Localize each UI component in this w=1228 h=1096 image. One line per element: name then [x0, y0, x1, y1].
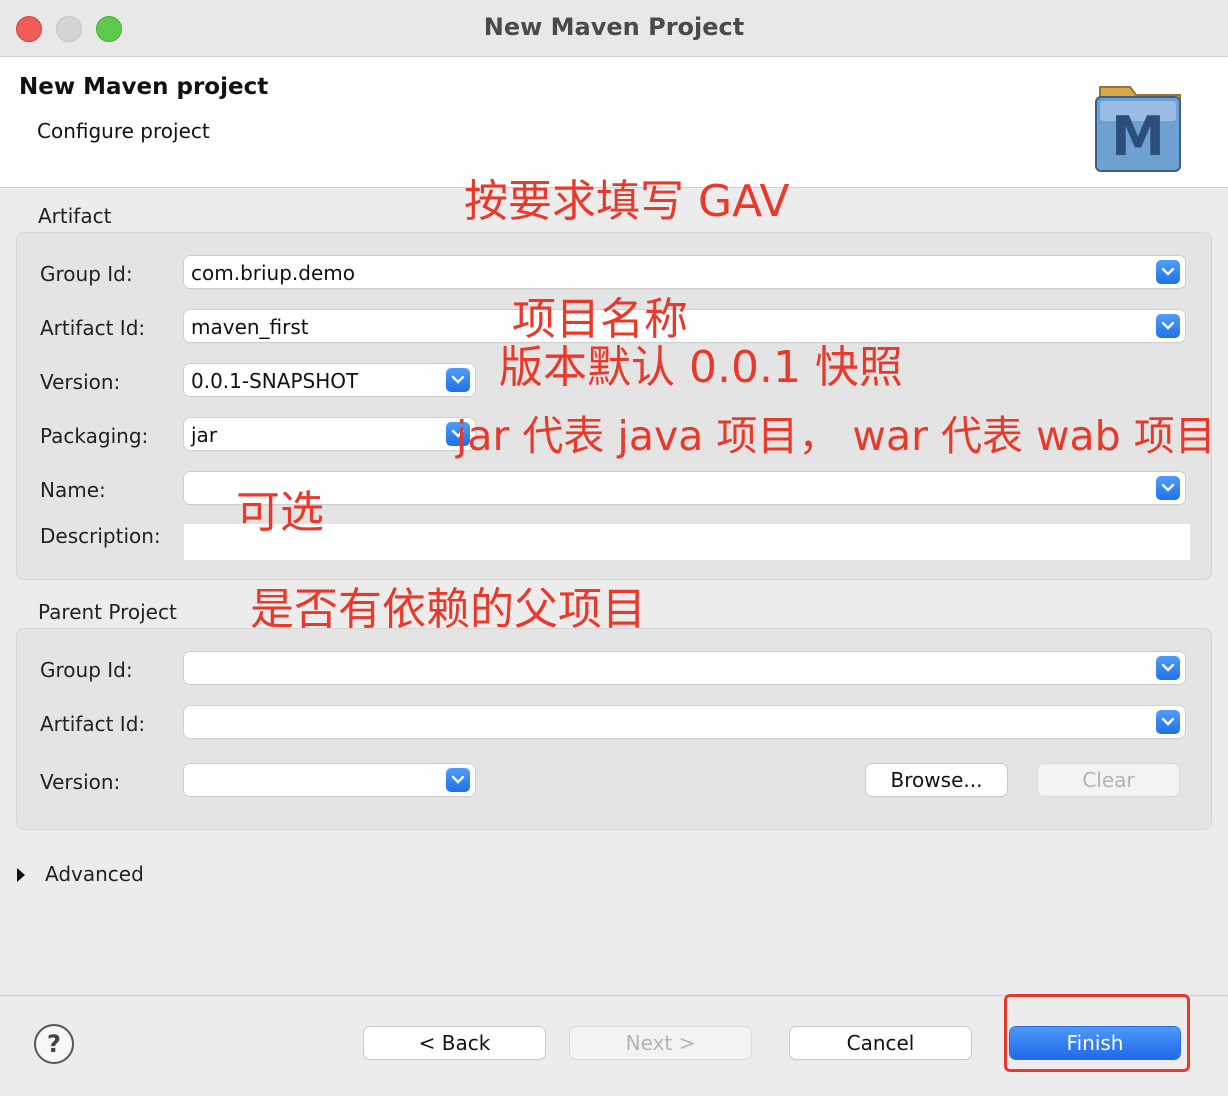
annotation-project-name: 项目名称 — [512, 294, 688, 345]
wizard-header: New Maven project Configure project M — [0, 57, 1228, 188]
browse-button[interactable]: Browse... — [866, 764, 1007, 796]
chevron-down-icon[interactable] — [446, 768, 470, 792]
name-combo[interactable] — [184, 472, 1185, 504]
help-button[interactable]: ? — [34, 1024, 74, 1064]
finish-highlight-box — [1004, 994, 1190, 1072]
next-button[interactable]: Next > — [570, 1027, 751, 1059]
title-bar: New Maven Project — [0, 0, 1228, 57]
annotation-packaging: jar 代表 java 项目， war 代表 wab 项目 — [456, 412, 1216, 460]
cancel-button[interactable]: Cancel — [790, 1027, 971, 1059]
artifact-id-label: Artifact Id: — [40, 316, 146, 340]
annotation-gav: 按要求填写 GAV — [464, 176, 790, 227]
group-id-value: com.briup.demo — [191, 261, 355, 285]
name-label: Name: — [40, 478, 106, 502]
parent-group-id-combo[interactable] — [184, 652, 1185, 684]
description-label: Description: — [40, 524, 161, 548]
parent-artifact-id-combo[interactable] — [184, 706, 1185, 738]
maven-logo-icon: M — [1095, 86, 1181, 172]
chevron-down-icon[interactable] — [1156, 656, 1180, 680]
maven-logo-letter: M — [1111, 105, 1165, 168]
chevron-down-icon[interactable] — [1156, 260, 1180, 284]
maven-wizard-window: New Maven Project New Maven project Conf… — [0, 0, 1228, 1096]
packaging-combo[interactable]: jar — [184, 418, 475, 450]
version-value: 0.0.1-SNAPSHOT — [191, 369, 359, 393]
packaging-label: Packaging: — [40, 424, 149, 448]
parent-artifact-id-label: Artifact Id: — [40, 712, 146, 736]
version-combo[interactable]: 0.0.1-SNAPSHOT — [184, 364, 475, 396]
annotation-version: 版本默认 0.0.1 快照 — [499, 342, 903, 393]
version-label: Version: — [40, 370, 121, 394]
description-field[interactable] — [184, 524, 1190, 560]
page-title: New Maven project — [19, 74, 269, 100]
chevron-down-icon[interactable] — [446, 368, 470, 392]
artifact-section-label: Artifact — [38, 204, 112, 228]
chevron-down-icon[interactable] — [1156, 710, 1180, 734]
clear-button[interactable]: Clear — [1038, 764, 1179, 796]
disclosure-triangle-icon[interactable] — [16, 867, 26, 883]
artifact-id-value: maven_first — [191, 315, 309, 339]
group-id-combo[interactable]: com.briup.demo — [184, 256, 1185, 288]
window-title: New Maven Project — [483, 13, 745, 41]
back-button[interactable]: < Back — [364, 1027, 545, 1059]
annotation-parent: 是否有依赖的父项目 — [250, 584, 646, 635]
packaging-value: jar — [191, 423, 218, 447]
chevron-down-icon[interactable] — [1156, 476, 1180, 500]
parent-section-label: Parent Project — [38, 600, 177, 624]
parent-group-id-label: Group Id: — [40, 658, 133, 682]
parent-version-label: Version: — [40, 770, 121, 794]
group-id-label: Group Id: — [40, 262, 133, 286]
annotation-optional: 可选 — [236, 487, 324, 538]
parent-version-combo[interactable] — [184, 764, 475, 796]
page-subtitle: Configure project — [37, 119, 210, 143]
advanced-toggle[interactable]: Advanced — [45, 862, 144, 886]
chevron-down-icon[interactable] — [1156, 314, 1180, 338]
